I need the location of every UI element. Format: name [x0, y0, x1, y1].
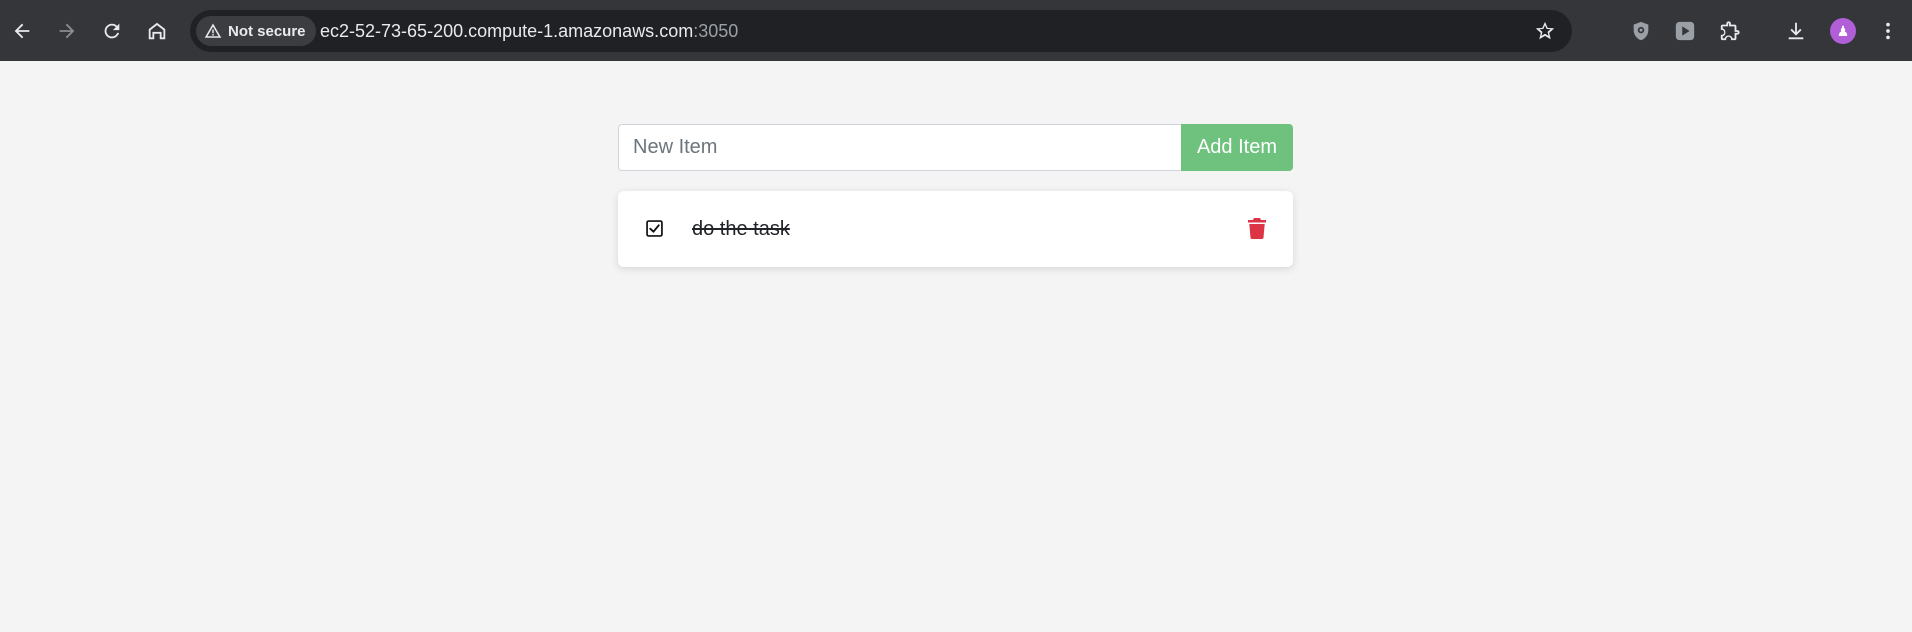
arrow-left-icon	[14, 23, 30, 39]
url-host: ec2-52-73-65-200.compute-1.amazonaws.com	[320, 21, 694, 41]
extension-shield-button[interactable]	[1625, 15, 1657, 47]
delete-item-button[interactable]	[1248, 218, 1266, 240]
add-item-form: Add Item	[618, 124, 1293, 171]
extensions-button[interactable]	[1714, 15, 1746, 47]
home-button[interactable]	[139, 13, 175, 49]
download-icon	[1788, 22, 1804, 40]
play-icon	[1675, 21, 1695, 41]
url-text[interactable]: ec2-52-73-65-200.compute-1.amazonaws.com…	[320, 21, 738, 42]
trash-icon	[1248, 218, 1266, 240]
shield-icon	[1633, 21, 1649, 41]
todo-list: do the task	[618, 191, 1293, 267]
avatar-icon: ♟	[1836, 22, 1850, 39]
profile-avatar[interactable]: ♟	[1830, 18, 1856, 44]
new-item-input[interactable]	[618, 124, 1181, 171]
url-port: :3050	[693, 21, 739, 41]
forward-button[interactable]	[49, 13, 85, 49]
back-button[interactable]	[4, 13, 40, 49]
extension-play-button[interactable]	[1669, 15, 1701, 47]
home-icon	[148, 22, 166, 40]
checked-checkbox-icon	[646, 220, 663, 237]
browser-menu-button[interactable]	[1872, 15, 1904, 47]
reload-icon	[104, 23, 120, 39]
item-checkbox[interactable]	[646, 220, 663, 237]
browser-toolbar: Not secure ec2-52-73-65-200.compute-1.am…	[0, 0, 1912, 61]
add-item-button[interactable]: Add Item	[1181, 124, 1293, 171]
security-label: Not secure	[228, 22, 306, 40]
list-item: do the task	[618, 191, 1293, 267]
address-bar[interactable]: Not secure ec2-52-73-65-200.compute-1.am…	[190, 10, 1572, 52]
kebab-menu-icon	[1886, 22, 1890, 40]
reload-button[interactable]	[94, 13, 130, 49]
arrow-right-icon	[59, 23, 75, 39]
puzzle-icon	[1720, 21, 1740, 41]
item-label: do the task	[692, 218, 790, 240]
downloads-button[interactable]	[1780, 15, 1812, 47]
todo-app: Add Item do the task	[618, 124, 1293, 267]
security-indicator[interactable]: Not secure	[196, 16, 316, 46]
star-icon[interactable]	[1534, 20, 1556, 42]
warning-triangle-icon	[204, 23, 222, 38]
